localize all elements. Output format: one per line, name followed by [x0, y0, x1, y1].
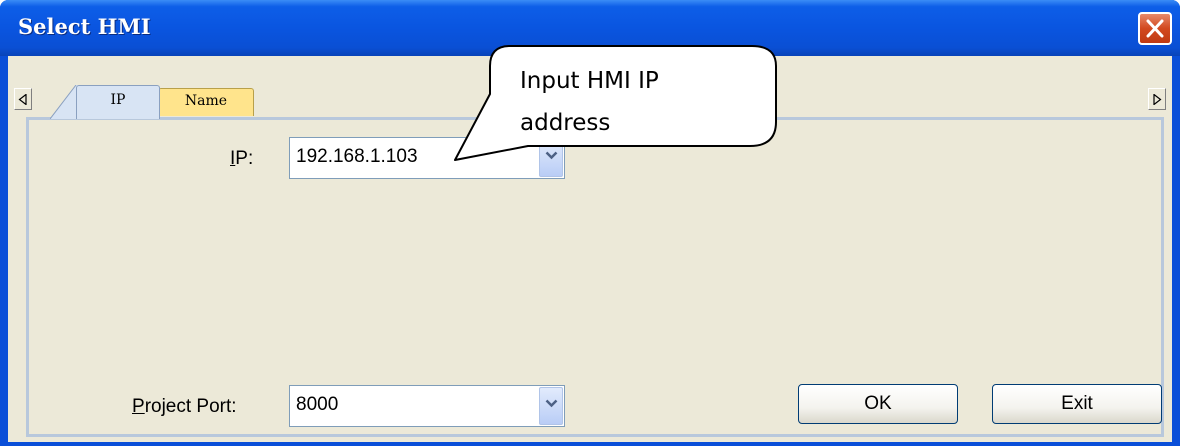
ip-label-rest: P:: [235, 148, 254, 169]
project-port-mnemonic: P: [132, 396, 145, 417]
tab-ip-left-edge: [50, 85, 78, 119]
tab-scroll-left-button[interactable]: [14, 88, 32, 110]
tab-name[interactable]: Name: [158, 88, 254, 116]
triangle-right-icon: [1153, 94, 1162, 105]
window-bottom-border: [0, 442, 1180, 446]
callout-text-line1: Input HMI IP: [520, 68, 659, 94]
project-port-label: Project Port:: [132, 396, 237, 418]
tab-ip-label: IP: [110, 92, 126, 108]
project-port-label-rest: roject Port:: [144, 396, 237, 417]
ip-dropdown-button[interactable]: [539, 139, 563, 177]
tab-ip[interactable]: IP: [76, 85, 160, 119]
ip-address-value: 192.168.1.103: [296, 146, 418, 167]
tab-name-label: Name: [184, 93, 228, 109]
project-port-combobox[interactable]: 8000: [289, 385, 565, 427]
chevron-down-icon: [545, 151, 558, 160]
window-title: Select HMI: [18, 14, 151, 39]
ip-address-combobox[interactable]: 192.168.1.103: [289, 137, 565, 179]
ip-label: IP:: [230, 148, 253, 170]
close-button[interactable]: [1138, 12, 1172, 45]
triangle-left-icon: [18, 94, 27, 105]
tab-scroll-right-button[interactable]: [1148, 88, 1166, 110]
title-bar[interactable]: Select HMI: [0, 0, 1180, 56]
close-x-icon: [1146, 19, 1164, 38]
callout-text-line2: address: [520, 110, 611, 136]
project-port-value: 8000: [296, 394, 339, 415]
dialog-window: Select HMI IP Name IP: 192.168.1.103 Pro…: [0, 0, 1180, 446]
port-dropdown-button[interactable]: [539, 387, 563, 425]
ok-button[interactable]: OK: [798, 384, 958, 424]
exit-button[interactable]: Exit: [992, 384, 1162, 424]
chevron-down-icon: [545, 399, 558, 408]
